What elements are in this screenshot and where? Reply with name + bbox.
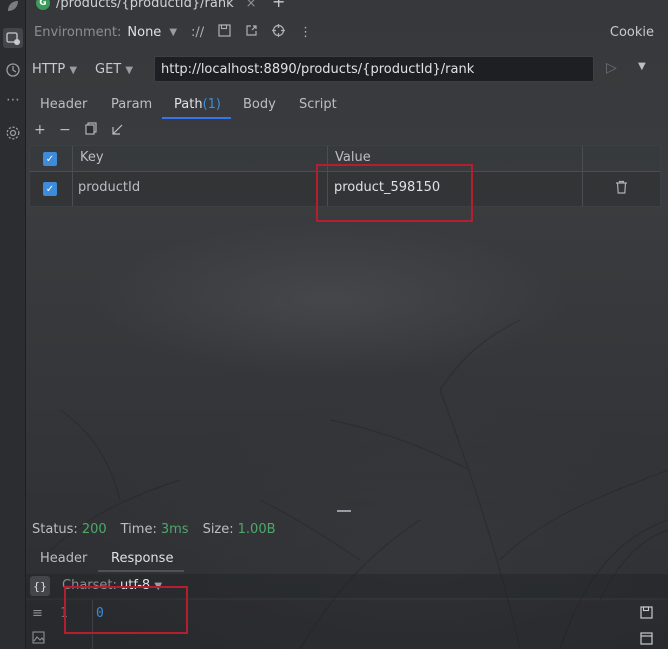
response-editor[interactable]: ≡ 1 0 [26,600,668,649]
table-header: ✓ Key Value [30,146,660,172]
response-toolbar: {} Charset: utf-8 ▼ [26,574,668,598]
left-tool-strip: ⋯ [0,0,26,649]
format-json-icon[interactable]: {} [30,576,50,596]
add-icon[interactable]: + [34,122,46,138]
tab-body[interactable]: Body [243,97,276,112]
copy-icon[interactable] [85,122,98,139]
active-response-tab-indicator [98,570,184,572]
more-icon[interactable]: ⋯ [3,90,23,110]
select-all-checkbox[interactable]: ✓ [43,152,57,166]
bulk-edit-icon[interactable] [111,122,124,139]
param-key[interactable]: productId [78,180,140,195]
column-key-header: Key [80,150,104,165]
kebab-menu-icon[interactable]: ⋮ [299,25,312,40]
request-subtabs: Header Param Path(1) Body Script [26,94,668,120]
time-value: 3ms [160,522,189,537]
http-client-icon[interactable] [3,28,23,48]
response-body-text[interactable]: 0 [96,606,104,621]
request-badge-icon: G [36,0,50,10]
tab-response-header[interactable]: Header [40,551,87,566]
environment-select[interactable]: None [127,25,161,40]
row-checkbox[interactable]: ✓ [43,182,57,196]
save-icon[interactable] [218,23,231,41]
path-params-table: ✓ Key Value ✓ productId product_598150 [29,145,661,207]
tab-response-body[interactable]: Response [111,551,173,566]
send-icon[interactable]: ▷ [606,60,617,76]
size-label: Size: [202,522,234,537]
request-url-row: HTTP ▼ GET ▼ ▷ ▼ [26,56,668,84]
image-icon[interactable] [32,631,45,648]
add-tab-icon[interactable]: + [272,0,285,11]
status-label: Status: [32,522,78,537]
tab-path-count: (1) [202,97,221,112]
gear-icon[interactable] [3,123,23,143]
tab-title: /products/{productId}/rank [56,0,234,11]
wrap-lines-icon[interactable]: ≡ [32,606,43,621]
close-icon[interactable]: × [246,0,257,11]
request-tab[interactable]: G /products/{productId}/rank × [36,0,257,12]
editor-tab-bar: G /products/{productId}/rank × + [26,0,668,12]
tab-script[interactable]: Script [299,97,337,112]
target-icon[interactable] [272,23,286,41]
window-icon[interactable] [640,632,653,649]
charset-label: Charset: [62,578,117,593]
response-status: Status: 200 Time: 3ms Size: 1.00B [32,522,286,537]
environment-bar: Environment: None ▼ :∕∕ ⋮ Cookie [26,20,668,44]
open-external-icon[interactable] [245,24,258,41]
cookie-button[interactable]: Cookie [610,25,654,40]
tab-path[interactable]: Path(1) [174,97,221,112]
panel-splitter[interactable] [337,510,351,512]
line-number: 1 [60,606,68,621]
response-tabs: Header Response [26,548,668,572]
tab-path-label: Path [174,97,203,112]
method-select[interactable]: GET ▼ [95,62,133,77]
param-value[interactable]: product_598150 [334,180,440,195]
charset-select[interactable]: utf-8 ▼ [120,578,162,593]
tab-header[interactable]: Header [40,97,87,112]
trash-icon[interactable] [615,180,628,198]
url-input[interactable] [154,56,594,82]
table-row: ✓ productId product_598150 [30,172,660,206]
send-options-chevron-icon[interactable]: ▼ [638,61,646,72]
clock-icon[interactable] [3,60,23,80]
leaf-icon[interactable] [3,0,23,16]
save-response-icon[interactable] [640,606,653,623]
remove-icon[interactable]: − [59,122,71,138]
active-tab-indicator [162,117,231,119]
column-value-header: Value [335,150,371,165]
protocol-select[interactable]: HTTP ▼ [32,62,77,77]
chevron-down-icon[interactable]: ▼ [169,27,177,38]
size-value: 1.00B [237,522,276,537]
time-label: Time: [120,522,157,537]
slash-icon[interactable]: :∕∕ [191,25,204,40]
status-code: 200 [81,522,107,537]
environment-label: Environment: [34,24,122,40]
tab-param[interactable]: Param [111,97,152,112]
path-params-toolbar: + − [26,122,668,142]
